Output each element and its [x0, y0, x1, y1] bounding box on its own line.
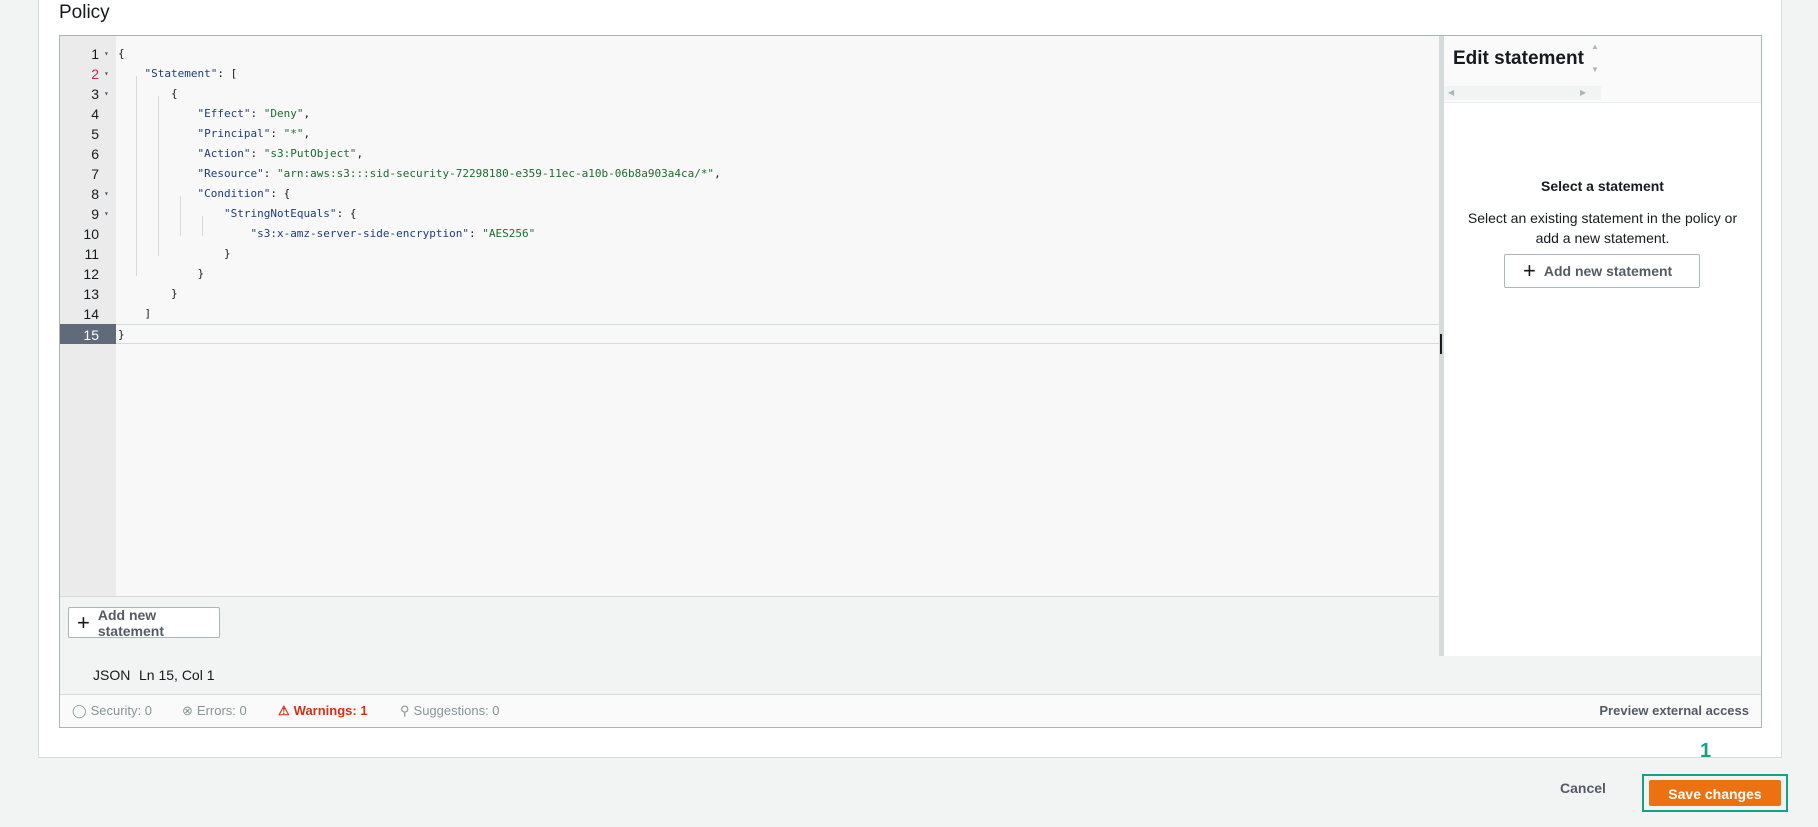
code-text: } [118, 328, 125, 341]
line-number: 8 [91, 186, 99, 202]
step-number-annotation: 1 [1700, 740, 1712, 762]
code-line[interactable]: 8 ▾ "Condition": { [60, 184, 1439, 204]
line-number: 13 [83, 286, 99, 302]
language-label: JSON [93, 667, 131, 683]
validation-bar: ◯ Security: 0 ⊗ Errors: 0 ⚠ Warnings: 1 … [60, 694, 1761, 727]
security-count: Security: 0 [90, 703, 152, 718]
add-new-statement-button[interactable]: + Add new statement [68, 606, 220, 639]
scroll-up-arrow-icon[interactable]: ▲ [1589, 42, 1601, 51]
code-line[interactable]: 10 "s3:x-amz-server-side-encryption": "A… [60, 224, 1439, 244]
policy-editor: 1 ▾{2 ▾ "Statement": [3 ▾ {4 "Effect": "Den… [59, 35, 1762, 728]
scroll-right-arrow-icon[interactable]: ▶ [1580, 88, 1586, 97]
warning-triangle-icon: ⚠ [278, 703, 290, 718]
line-number: 14 [83, 306, 99, 322]
edit-statement-title: Edit statement [1453, 48, 1584, 69]
empty-state-title: Select a statement [1541, 178, 1664, 194]
horizontal-scrollbar[interactable]: ◀ ▶ [1444, 86, 1601, 100]
lightbulb-icon: ⚲ [400, 703, 410, 718]
side-add-new-statement-button[interactable]: + Add new statement [1504, 254, 1700, 288]
code-line[interactable]: 5 "Principal": "*", [60, 124, 1439, 144]
line-number: 3 [91, 86, 99, 102]
policy-title: Policy [59, 2, 110, 23]
fold-toggle-icon[interactable]: ▾ [104, 204, 109, 224]
code-line[interactable]: 15} [60, 324, 1439, 344]
splitter-handle[interactable] [1440, 334, 1442, 354]
line-number: 10 [83, 226, 99, 242]
security-status[interactable]: ◯ Security: 0 [72, 695, 152, 727]
indent-guide [136, 76, 137, 276]
add-statement-bar: + Add new statement [60, 596, 1439, 656]
code-line[interactable]: 7 "Resource": "arn:aws:s3:::sid-security… [60, 164, 1439, 184]
line-number: 2 [91, 66, 99, 82]
vertical-scrollbar[interactable]: ▲ ▼ [1589, 42, 1601, 78]
cursor-position: Ln 15, Col 1 [139, 667, 215, 683]
code-line[interactable]: 3 ▾ { [60, 84, 1439, 104]
code-text: { [118, 87, 178, 100]
shield-icon: ◯ [72, 703, 87, 718]
preview-external-access-button[interactable]: Preview external access [1569, 695, 1749, 727]
line-number: 5 [91, 126, 99, 142]
suggestions-count: Suggestions: 0 [413, 703, 500, 718]
plus-icon: + [1523, 258, 1536, 283]
suggestions-status[interactable]: ⚲ Suggestions: 0 [400, 695, 500, 727]
code-text: "Condition": { [197, 187, 291, 200]
line-number: 6 [91, 146, 99, 162]
errors-count: Errors: 0 [196, 703, 247, 718]
code-text: } [118, 247, 231, 260]
warnings-count: Warnings: 1 [293, 703, 368, 718]
code-editor[interactable]: 1 ▾{2 ▾ "Statement": [3 ▾ {4 "Effect": "Den… [60, 36, 1440, 596]
indent-guide [158, 96, 159, 256]
fold-toggle-icon[interactable]: ▾ [104, 184, 109, 204]
errors-status[interactable]: ⊗ Errors: 0 [182, 695, 247, 727]
code-line[interactable]: 1 ▾ { [60, 44, 1439, 64]
line-number: 7 [91, 166, 99, 182]
code-text: "Effect": "Deny", [197, 107, 311, 120]
fold-toggle-icon[interactable]: ▾ [104, 84, 109, 104]
code-text: "Resource": "arn:aws:s3:::sid-security-7… [197, 167, 721, 180]
save-changes-button[interactable]: Save changes [1649, 780, 1781, 806]
line-number: 4 [91, 106, 99, 122]
code-text: { [118, 47, 125, 60]
line-number: 12 [83, 266, 99, 282]
side-add-new-statement-label: Add new statement [1543, 263, 1673, 279]
indent-guide [180, 196, 181, 236]
scroll-left-arrow-icon[interactable]: ◀ [1448, 88, 1454, 97]
scroll-down-arrow-icon[interactable]: ▼ [1589, 65, 1601, 74]
code-line[interactable]: 13 } [60, 284, 1439, 304]
code-text: ] [118, 307, 152, 320]
warnings-status[interactable]: ⚠ Warnings: 1 [278, 695, 368, 727]
code-line[interactable]: 2 ▾ "Statement": [ [60, 64, 1439, 84]
code-text: } [118, 267, 205, 280]
code-line[interactable]: 14 ] [60, 304, 1439, 324]
code-line[interactable]: 11 } [60, 244, 1439, 264]
code-line[interactable]: 6 "Action": "s3:PutObject", [60, 144, 1439, 164]
code-line[interactable]: 9 ▾ "StringNotEquals": { [60, 204, 1439, 224]
cancel-button[interactable]: Cancel [1560, 780, 1606, 796]
edit-statement-header: Edit statement ▲ ▼ ◀ ▶ [1444, 36, 1761, 103]
empty-state-text: Select an existing statement in the poli… [1467, 210, 1738, 246]
line-number: 15 [83, 327, 99, 343]
code-text: "Action": "s3:PutObject", [197, 147, 364, 160]
code-line[interactable]: 12 } [60, 264, 1439, 284]
fold-toggle-icon[interactable]: ▾ [104, 44, 109, 64]
code-line[interactable]: 4 "Effect": "Deny", [60, 104, 1439, 124]
line-number: 9 [91, 206, 99, 222]
code-text: "Principal": "*", [197, 127, 311, 140]
code-text: } [118, 287, 178, 300]
add-new-statement-label: Add new statement [97, 606, 164, 639]
edit-statement-panel: Edit statement ▲ ▼ ◀ ▶ Select a statemen… [1444, 36, 1761, 656]
line-number: 11 [84, 246, 99, 262]
plus-icon: + [77, 609, 90, 635]
code-text: "StringNotEquals": { [223, 207, 357, 220]
error-icon: ⊗ [182, 703, 193, 718]
indent-guide [202, 216, 203, 236]
fold-toggle-icon[interactable]: ▾ [104, 64, 109, 84]
line-number: 1 [91, 46, 99, 62]
editor-status-line: JSON Ln 15, Col 1 [60, 656, 1761, 694]
